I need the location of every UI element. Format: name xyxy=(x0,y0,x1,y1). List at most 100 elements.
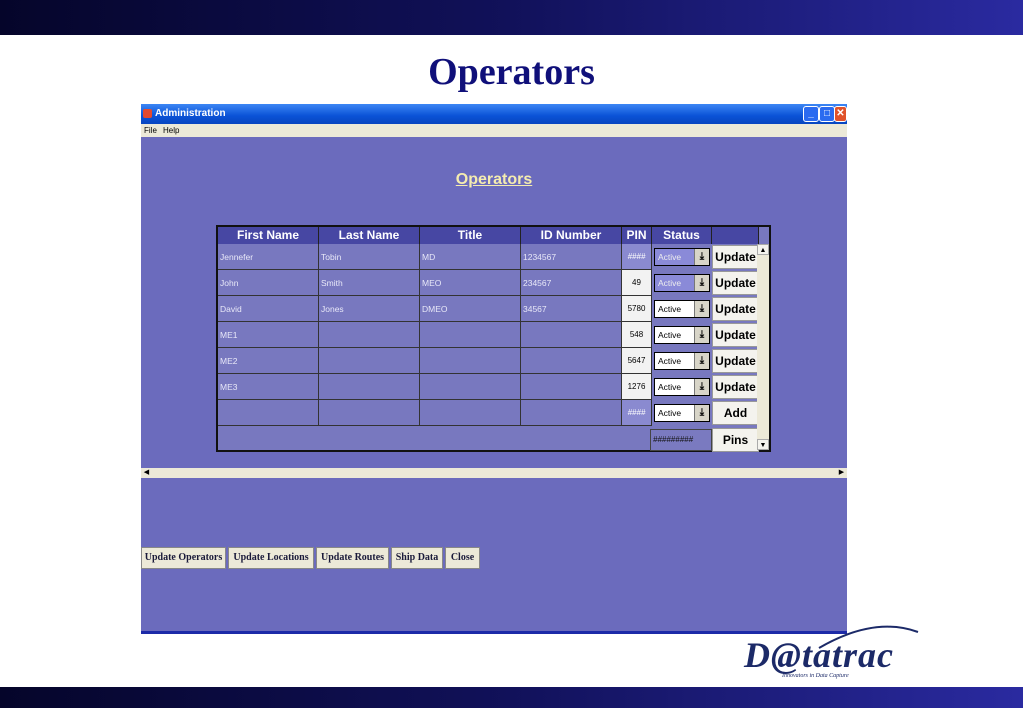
last-name-cell[interactable] xyxy=(319,322,420,348)
menu-file[interactable]: File xyxy=(144,126,157,135)
pin-cell[interactable]: 548 xyxy=(622,322,652,348)
menu-bar: File Help xyxy=(141,124,847,137)
pin-cell[interactable]: 5647 xyxy=(622,348,652,374)
admin-window: Administration _ □ ✕ File Help Operators… xyxy=(141,104,847,634)
dropdown-arrow-icon[interactable]: ⤓ xyxy=(694,275,709,291)
window-titlebar: Administration _ □ ✕ xyxy=(141,104,847,124)
title-cell[interactable] xyxy=(420,322,521,348)
pin-cell[interactable]: 5780 xyxy=(622,296,652,322)
status-select[interactable]: Active ⤓ xyxy=(654,274,710,292)
slide-title: Operators xyxy=(428,51,595,93)
update-button[interactable]: Update xyxy=(712,297,759,321)
first-name-cell[interactable]: John xyxy=(218,270,319,296)
status-select[interactable]: Active ⤓ xyxy=(654,404,710,422)
dropdown-arrow-icon[interactable]: ⤓ xyxy=(694,327,709,343)
id-number-cell[interactable]: 34567 xyxy=(521,296,622,322)
update-button[interactable]: Update xyxy=(712,375,759,399)
status-value: Active xyxy=(658,356,682,366)
operators-table: First Name Last Name Title ID Number PIN… xyxy=(216,225,771,452)
scroll-left-icon[interactable]: ◀ xyxy=(142,468,151,478)
last-name-cell[interactable]: Tobin xyxy=(319,244,420,270)
table-scrollbar[interactable]: ▲ ▼ xyxy=(757,244,769,450)
first-name-cell[interactable]: Jennefer xyxy=(218,244,319,270)
col-title: Title xyxy=(420,227,521,244)
col-last-name: Last Name xyxy=(319,227,420,244)
update-button[interactable]: Update xyxy=(712,271,759,295)
pin-cell[interactable]: 49 xyxy=(622,270,652,296)
col-id-number: ID Number xyxy=(521,227,622,244)
id-number-cell[interactable] xyxy=(521,400,622,426)
horizontal-scrollbar[interactable]: ◀ ▶ xyxy=(141,468,847,478)
update-locations-button[interactable]: Update Locations xyxy=(228,547,314,569)
first-name-cell[interactable] xyxy=(218,400,319,426)
status-value: Active xyxy=(658,278,682,288)
status-select[interactable]: Active ⤓ xyxy=(654,326,710,344)
pin-cell[interactable]: #### xyxy=(622,244,652,270)
ship-data-button[interactable]: Ship Data xyxy=(391,547,443,569)
title-cell[interactable] xyxy=(420,374,521,400)
status-select[interactable]: Active ⤓ xyxy=(654,352,710,370)
datatrac-logo: D@tatrac Innovators in Data Capture xyxy=(744,625,924,684)
last-name-cell[interactable] xyxy=(319,400,420,426)
update-routes-button[interactable]: Update Routes xyxy=(316,547,389,569)
first-name-cell[interactable]: David xyxy=(218,296,319,322)
id-number-cell[interactable] xyxy=(521,374,622,400)
menu-help[interactable]: Help xyxy=(163,126,179,135)
status-select[interactable]: Active ⤓ xyxy=(654,300,710,318)
id-number-cell[interactable]: 1234567 xyxy=(521,244,622,270)
pin-cell[interactable]: 1276 xyxy=(622,374,652,400)
scroll-down-icon[interactable]: ▼ xyxy=(757,439,769,450)
last-name-cell[interactable] xyxy=(319,348,420,374)
col-action xyxy=(712,227,759,244)
dropdown-arrow-icon[interactable]: ⤓ xyxy=(694,249,709,265)
id-number-cell[interactable] xyxy=(521,348,622,374)
pins-button[interactable]: Pins xyxy=(712,428,759,452)
status-select[interactable]: Active ⤓ xyxy=(654,378,710,396)
title-cell[interactable] xyxy=(420,348,521,374)
title-cell[interactable]: MD xyxy=(420,244,521,270)
col-pin: PIN xyxy=(622,227,652,244)
close-window-button[interactable]: ✕ xyxy=(834,106,847,122)
scroll-right-icon[interactable]: ▶ xyxy=(837,468,846,478)
logo-tagline: Innovators in Data Capture xyxy=(782,673,849,679)
first-name-cell[interactable]: ME2 xyxy=(218,348,319,374)
first-name-cell[interactable]: ME1 xyxy=(218,322,319,348)
update-button[interactable]: Update xyxy=(712,245,759,269)
dropdown-arrow-icon[interactable]: ⤓ xyxy=(694,405,709,421)
add-button[interactable]: Add xyxy=(712,401,759,425)
app-icon xyxy=(143,109,152,118)
logo-name: D@tatrac xyxy=(744,635,894,675)
update-operators-button[interactable]: Update Operators xyxy=(141,547,226,569)
status-select[interactable]: Active ⤓ xyxy=(654,248,710,266)
status-value: Active xyxy=(658,382,682,392)
first-name-cell[interactable]: ME3 xyxy=(218,374,319,400)
scroll-up-icon[interactable]: ▲ xyxy=(757,244,769,255)
status-value: Active xyxy=(658,330,682,340)
col-first-name: First Name xyxy=(218,227,319,244)
last-name-cell[interactable]: Smith xyxy=(319,270,420,296)
operators-heading: Operators xyxy=(455,171,533,188)
close-button[interactable]: Close xyxy=(445,547,480,569)
id-number-cell[interactable] xyxy=(521,322,622,348)
minimize-button[interactable]: _ xyxy=(803,106,819,122)
status-value: Active xyxy=(658,304,682,314)
bottom-banner xyxy=(0,687,1023,708)
pin-cell[interactable]: #### xyxy=(622,400,652,426)
top-banner xyxy=(0,0,1023,35)
title-cell[interactable]: DMEO xyxy=(420,296,521,322)
update-button[interactable]: Update xyxy=(712,323,759,347)
title-cell[interactable] xyxy=(420,400,521,426)
status-value: Active xyxy=(658,252,682,262)
status-value: Active xyxy=(658,408,682,418)
dropdown-arrow-icon[interactable]: ⤓ xyxy=(694,353,709,369)
dropdown-arrow-icon[interactable]: ⤓ xyxy=(694,301,709,317)
maximize-button[interactable]: □ xyxy=(819,106,835,122)
last-name-cell[interactable]: Jones xyxy=(319,296,420,322)
last-name-cell[interactable] xyxy=(319,374,420,400)
dropdown-arrow-icon[interactable]: ⤓ xyxy=(694,379,709,395)
pins-field[interactable]: ######### xyxy=(650,429,712,451)
title-cell[interactable]: MEO xyxy=(420,270,521,296)
update-button[interactable]: Update xyxy=(712,349,759,373)
window-title: Administration xyxy=(155,108,226,119)
id-number-cell[interactable]: 234567 xyxy=(521,270,622,296)
